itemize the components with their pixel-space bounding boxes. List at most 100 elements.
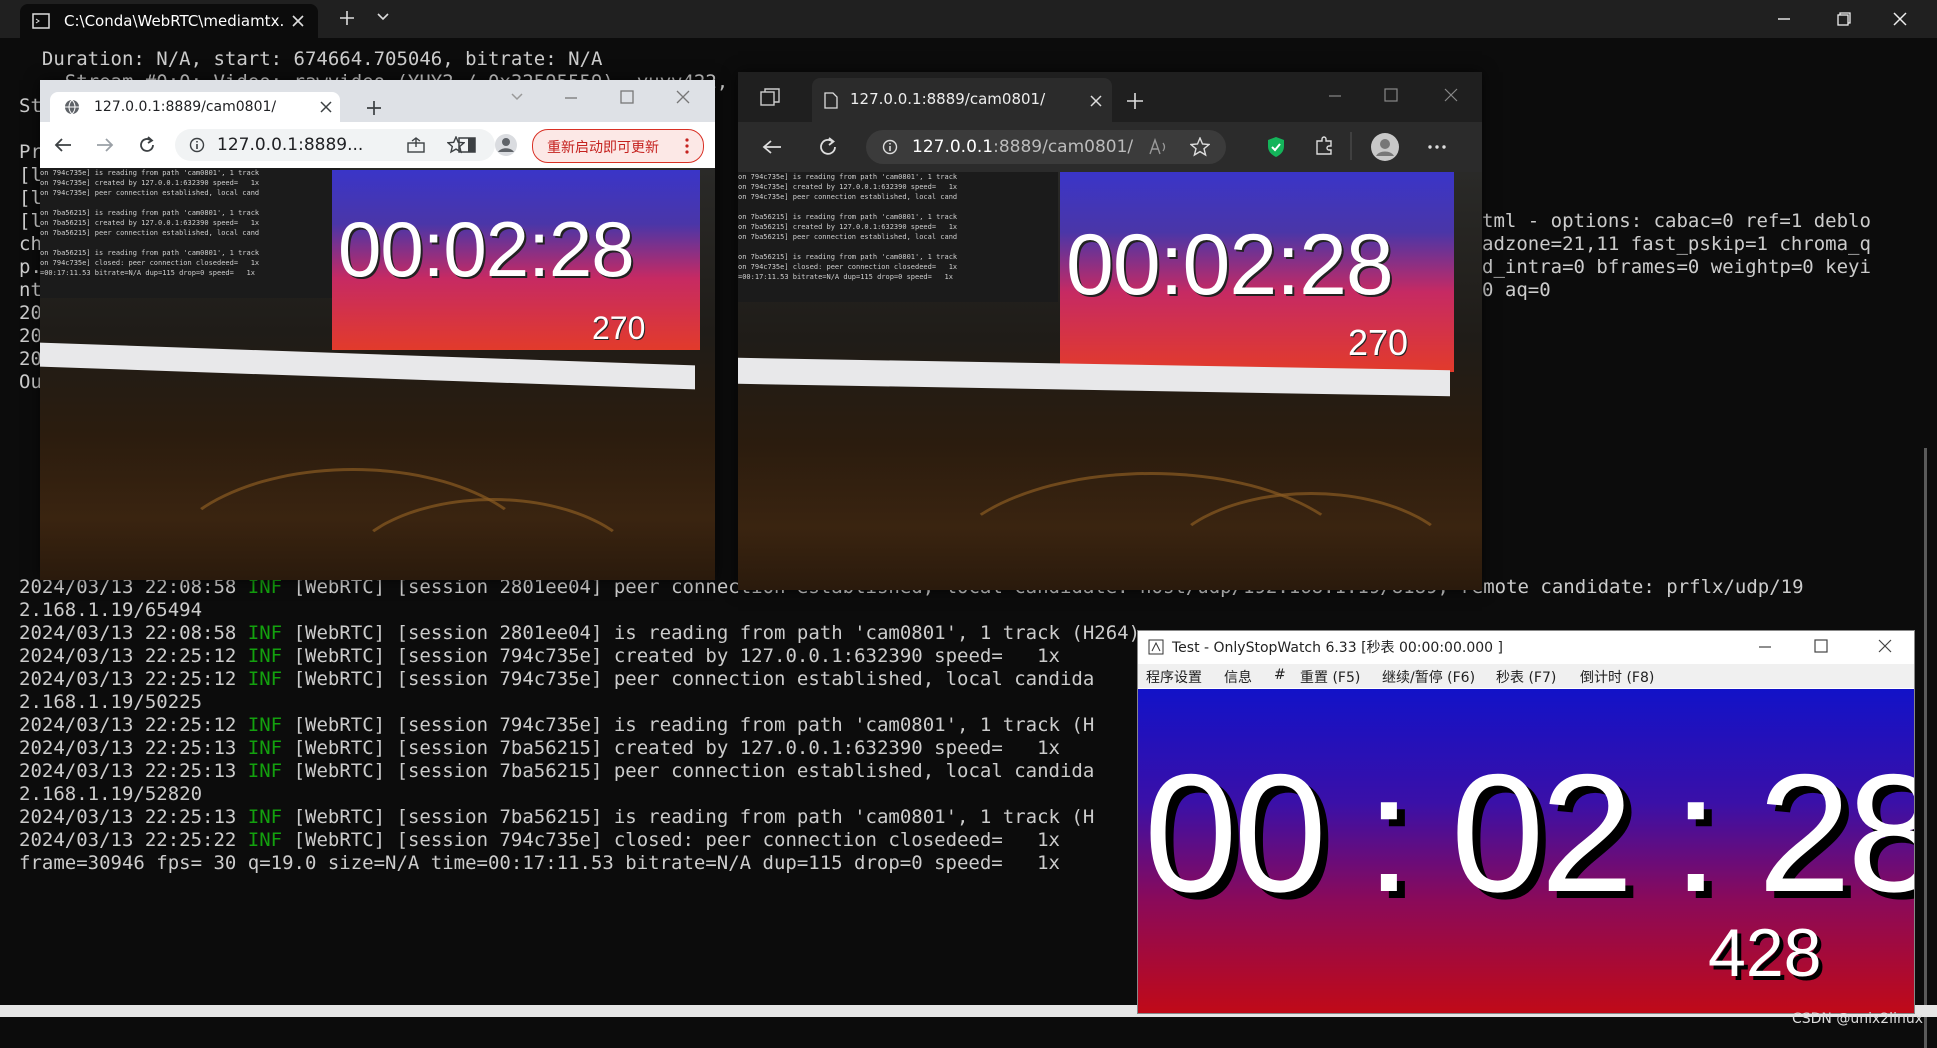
- address-bar[interactable]: 127.0.0.1:8889/cam0801/: [866, 130, 1226, 164]
- menu-item-info[interactable]: 信息: [1224, 667, 1252, 687]
- favorite-star-icon[interactable]: [1190, 137, 1210, 157]
- profile-avatar-icon[interactable]: [1370, 132, 1400, 162]
- video-terminal-reflection: on 794c735e] is reading from path 'cam08…: [40, 168, 340, 298]
- terminal-line: 20: [19, 302, 42, 324]
- menu-item-settings[interactable]: 程序设置: [1146, 667, 1202, 687]
- stopwatch-display: 00 : 02 : 28 428: [1138, 689, 1914, 1013]
- stopwatch-app-icon: [1148, 639, 1164, 655]
- close-tab-icon[interactable]: [1090, 95, 1102, 107]
- terminal-line-fragment: tml - options: cabac=0 ref=1 deblo: [1482, 210, 1871, 232]
- log-line: 2024/03/13 22:25:12 INF [WebRTC] [sessio…: [19, 645, 1060, 667]
- new-tab-icon[interactable]: [338, 9, 356, 27]
- edge-tabstrip: 127.0.0.1:8889/cam0801/: [738, 72, 1482, 122]
- maximize-button[interactable]: [620, 90, 634, 104]
- stopwatch-menubar: 程序设置 信息 # 重置 (F5) 继续/暂停 (F6) 秒表 (F7) 倒计时…: [1138, 664, 1914, 688]
- video-ms: 270: [592, 310, 646, 346]
- log-line: 2.168.1.19/52820: [19, 783, 203, 805]
- terminal-line: Duration: N/A, start: 674664.705046, bit…: [19, 48, 603, 70]
- video-stopwatch: 00:02:28 270: [332, 170, 700, 350]
- log-line: 2024/03/13 22:25:22 INF [WebRTC] [sessio…: [19, 829, 1060, 851]
- close-button[interactable]: [1878, 639, 1892, 653]
- more-icon[interactable]: [1428, 145, 1446, 149]
- read-aloud-icon[interactable]: [1148, 138, 1168, 156]
- stopwatch-time: 00 : 02 : 28: [1144, 739, 1915, 927]
- terminal-line: 20: [19, 325, 42, 347]
- terminal-icon: [32, 13, 50, 29]
- menu-item-stopwatch[interactable]: 秒表 (F7): [1496, 667, 1556, 687]
- globe-icon: [64, 99, 80, 115]
- maximize-button[interactable]: [1384, 88, 1398, 102]
- menu-item-continue-pause[interactable]: 继续/暂停 (F6): [1382, 667, 1475, 687]
- close-button[interactable]: [1870, 0, 1930, 38]
- log-line: 2.168.1.19/65494: [19, 599, 203, 621]
- close-tab-icon[interactable]: [320, 101, 332, 113]
- terminal-tab-title: C:\Conda\WebRTC\mediamtx.: [64, 12, 284, 30]
- edge-tab[interactable]: 127.0.0.1:8889/cam0801/: [812, 78, 1112, 122]
- close-tab-icon[interactable]: [290, 13, 306, 29]
- terminal-tab[interactable]: C:\Conda\WebRTC\mediamtx.: [20, 4, 318, 38]
- watermark: CSDN @unix2linux: [1791, 1011, 1923, 1027]
- minimize-button[interactable]: [1754, 0, 1814, 38]
- terminal-line-fragment: d_intra=0 bframes=0 weightp=0 keyi: [1482, 256, 1871, 278]
- stopwatch-window[interactable]: Test - OnlyStopWatch 6.33 [秒表 00:00:00.0…: [1137, 630, 1915, 1014]
- close-button[interactable]: [1444, 88, 1458, 102]
- new-tab-icon[interactable]: [366, 100, 382, 116]
- extensions-icon[interactable]: [1314, 136, 1334, 156]
- profile-avatar-icon[interactable]: [494, 133, 518, 157]
- stopwatch-milliseconds: 428: [1708, 915, 1822, 991]
- edge-toolbar: 127.0.0.1:8889/cam0801/: [738, 122, 1482, 172]
- maximize-button[interactable]: [1814, 639, 1828, 653]
- minimize-button[interactable]: [1328, 94, 1342, 98]
- menu-item-hash[interactable]: #: [1274, 667, 1286, 683]
- address-bar[interactable]: 127.0.0.1:8889...: [175, 129, 495, 161]
- terminal-line: [l: [19, 164, 42, 186]
- minimize-button[interactable]: [564, 96, 578, 100]
- restore-button[interactable]: [1814, 0, 1874, 38]
- log-line: 2024/03/13 22:08:58 INF [WebRTC] [sessio…: [19, 622, 1141, 644]
- terminal-line: nt: [19, 279, 42, 301]
- shield-icon[interactable]: [1266, 136, 1286, 158]
- reload-icon[interactable]: [138, 136, 156, 154]
- url-text: 127.0.0.1:8889/cam0801/: [912, 137, 1134, 157]
- back-icon[interactable]: [54, 137, 72, 153]
- log-line: 2.168.1.19/50225: [19, 691, 203, 713]
- edge-tab-title: 127.0.0.1:8889/cam0801/: [850, 90, 1046, 108]
- chrome-window[interactable]: 127.0.0.1:8889/cam0801/ 127.0.0.1:8889..…: [40, 80, 715, 580]
- chevron-down-icon[interactable]: [376, 12, 390, 22]
- terminal-line: [l: [19, 210, 42, 232]
- video-stopwatch: 00:02:28 270: [1060, 172, 1454, 372]
- menu-item-countdown[interactable]: 倒计时 (F8): [1580, 667, 1654, 687]
- terminal-tabbar: C:\Conda\WebRTC\mediamtx.: [0, 0, 1937, 38]
- reload-icon[interactable]: [818, 137, 838, 157]
- page-icon: [824, 92, 838, 109]
- terminal-line: Pr: [19, 141, 42, 163]
- stopwatch-title: Test - OnlyStopWatch 6.33 [秒表 00:00:00.0…: [1172, 640, 1503, 656]
- share-icon[interactable]: [407, 137, 425, 153]
- sidepanel-icon[interactable]: [458, 137, 476, 153]
- terminal-line: p.: [19, 256, 42, 278]
- terminal-line: [l: [19, 187, 42, 209]
- back-icon[interactable]: [762, 139, 782, 155]
- forward-icon[interactable]: [96, 137, 114, 153]
- new-tab-icon[interactable]: [1126, 92, 1144, 110]
- info-icon[interactable]: [189, 137, 205, 153]
- webrtc-video[interactable]: on 794c735e] is reading from path 'cam08…: [40, 168, 715, 580]
- log-line: 2024/03/13 22:25:13 INF [WebRTC] [sessio…: [19, 737, 1060, 759]
- log-line: 2024/03/13 22:25:12 INF [WebRTC] [sessio…: [19, 714, 1095, 736]
- edge-window[interactable]: 127.0.0.1:8889/cam0801/ 127.0.0.1:8889/c…: [738, 72, 1482, 590]
- tab-actions-icon[interactable]: [760, 88, 780, 106]
- menu-item-reset[interactable]: 重置 (F5): [1300, 667, 1360, 687]
- chevron-down-icon[interactable]: [510, 92, 524, 102]
- chrome-tab-title: 127.0.0.1:8889/cam0801/: [94, 99, 277, 115]
- more-vert-icon: [685, 138, 689, 154]
- terminal-scrollbar[interactable]: [1924, 448, 1927, 1048]
- toolbar-divider: [1350, 132, 1352, 160]
- log-line: frame=30946 fps= 30 q=19.0 size=N/A time…: [19, 852, 1060, 874]
- info-icon[interactable]: [882, 139, 898, 155]
- chrome-tab[interactable]: 127.0.0.1:8889/cam0801/: [50, 92, 340, 122]
- terminal-line: 20: [19, 348, 42, 370]
- close-button[interactable]: [676, 90, 690, 104]
- minimize-button[interactable]: [1758, 645, 1772, 649]
- webrtc-video[interactable]: on 794c735e] is reading from path 'cam08…: [738, 172, 1482, 590]
- update-button[interactable]: 重新启动即可更新: [532, 129, 704, 163]
